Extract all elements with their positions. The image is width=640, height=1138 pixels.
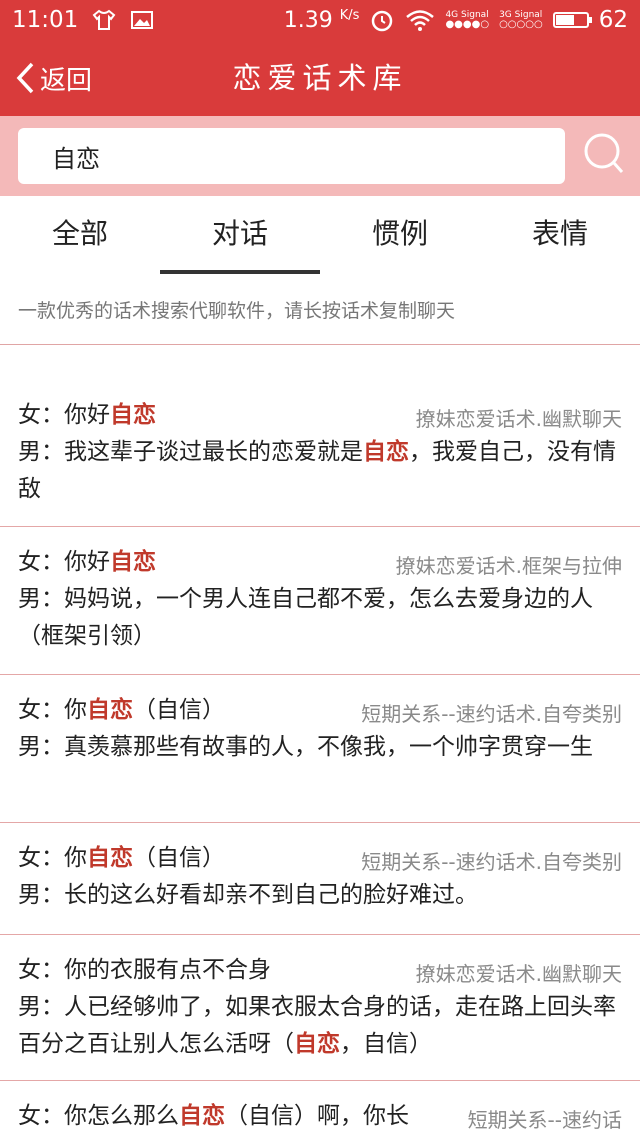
- male-line: 男：长的这么好看却亲不到自己的脸好难过。: [18, 882, 478, 908]
- search-icon: [584, 133, 624, 173]
- male-line: 男：我这辈子谈过最长的恋爱就是自恋，我爱自己，没有情敌: [18, 439, 616, 502]
- list-item[interactable]: 短期关系--速约话术.自夸类别 女：你自恋（自信） 男：长的这么好看却亲不到自己…: [0, 823, 640, 935]
- page-title: 恋爱话术库: [232, 61, 408, 95]
- search-button[interactable]: [578, 126, 628, 182]
- status-time: 11:01: [12, 7, 79, 33]
- item-category: 撩妹恋爱话术.幽默聊天: [415, 962, 622, 986]
- battery-percent: 62: [598, 7, 628, 33]
- list-item[interactable]: 短期关系--速约话 女：你怎么那么自恋（自信）啊，你长: [0, 1081, 640, 1138]
- nav-bar: 返回 恋爱话术库: [0, 40, 640, 116]
- list-item[interactable]: 撩妹恋爱话术.幽默聊天 女：你好自恋 男：我这辈子谈过最长的恋爱就是自恋，我爱自…: [0, 345, 640, 527]
- image-notification-icon: [131, 11, 154, 29]
- tab-dialogue[interactable]: 对话: [160, 196, 320, 278]
- male-line: 男：真羡慕那些有故事的人，不像我，一个帅字贯穿一生: [18, 734, 593, 760]
- tab-routine[interactable]: 惯例: [320, 196, 480, 278]
- status-bar: 11:01 1.39 K/s 4G Signal ●●●●○ 3G Signal ○…: [0, 0, 640, 40]
- list-item[interactable]: 撩妹恋爱话术.框架与拉伸 女：你好自恋 男：妈妈说，一个男人连自己都不爱，怎么去…: [0, 527, 640, 675]
- tab-bar: 全部 对话 惯例 表情: [0, 196, 640, 278]
- male-line: 男：人已经够帅了，如果衣服太合身的话，走在路上回头率百分之百让别人怎么活呀（自恋…: [18, 994, 616, 1057]
- notice-text: 一款优秀的话术搜索代聊软件，请长按话术复制聊天: [0, 278, 640, 344]
- item-category: 撩妹恋爱话术.幽默聊天: [415, 407, 622, 431]
- network-speed: 1.39 K/s: [283, 7, 360, 33]
- item-category: 短期关系--速约话术.自夸类别: [361, 702, 622, 726]
- wifi-icon: [406, 10, 435, 31]
- results-list: 撩妹恋爱话术.幽默聊天 女：你好自恋 男：我这辈子谈过最长的恋爱就是自恋，我爱自…: [0, 345, 640, 1138]
- alarm-icon: [372, 10, 393, 32]
- male-line: 男：妈妈说，一个男人连自己都不爱，怎么去爱身边的人（框架引领）: [18, 586, 593, 649]
- search-bar: [0, 116, 640, 196]
- item-category: 短期关系--速约话: [467, 1108, 622, 1132]
- item-category: 短期关系--速约话术.自夸类别: [361, 850, 622, 874]
- shirt-icon: [92, 9, 116, 30]
- battery-icon: [552, 12, 592, 28]
- search-input[interactable]: [18, 128, 565, 184]
- list-item[interactable]: 撩妹恋爱话术.幽默聊天 女：你的衣服有点不合身 男：人已经够帅了，如果衣服太合身…: [0, 935, 640, 1081]
- list-item[interactable]: 短期关系--速约话术.自夸类别 女：你自恋（自信） 男：真羡慕那些有故事的人，不…: [0, 675, 640, 823]
- tab-all[interactable]: 全部: [0, 196, 160, 278]
- tab-emoji[interactable]: 表情: [480, 196, 640, 278]
- signal-4g: 4G Signal ●●●●○: [445, 10, 490, 30]
- item-category: 撩妹恋爱话术.框架与拉伸: [395, 554, 622, 578]
- signal-3g: 3G Signal ○○○○○: [499, 10, 543, 30]
